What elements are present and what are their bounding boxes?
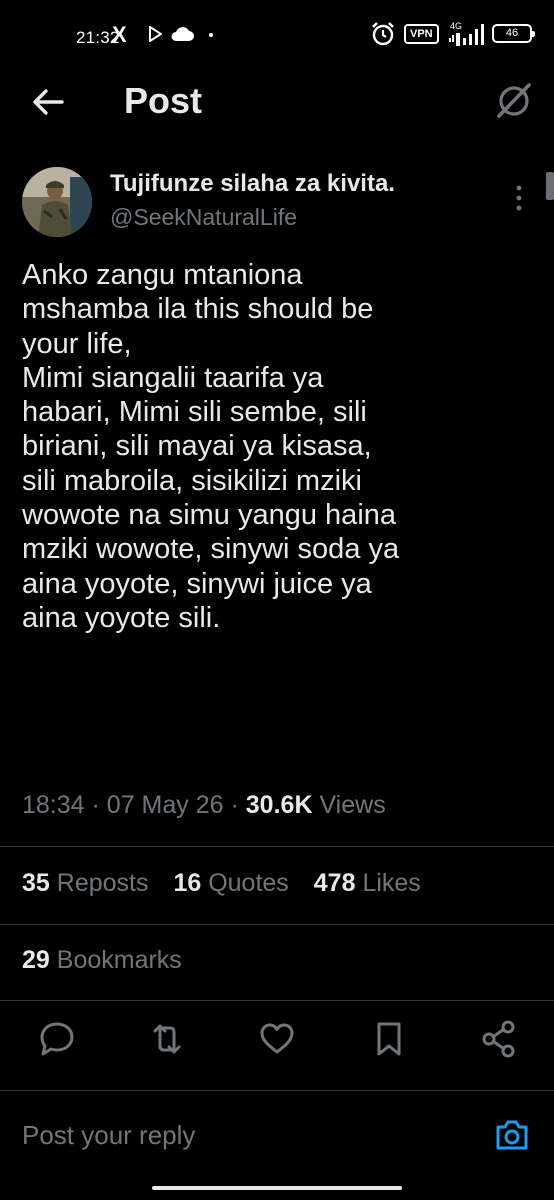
network-label: 4G	[450, 21, 462, 31]
grok-icon[interactable]	[494, 80, 534, 120]
bookmarks-count: 29	[22, 946, 50, 974]
meta-separator: ·	[230, 791, 239, 819]
reposts-stat[interactable]: 35 Reposts	[22, 869, 148, 897]
divider	[0, 924, 554, 925]
post-text: Anko zangu mtaniona mshamba ila this sho…	[22, 259, 400, 634]
post-time: 18:34	[22, 791, 85, 819]
alarm-icon	[372, 22, 394, 46]
author-avatar[interactable]	[22, 167, 92, 237]
bookmark-icon[interactable]	[370, 1018, 408, 1060]
bookmarks-stat[interactable]: 29 Bookmarks	[22, 946, 182, 975]
likes-stat[interactable]: 478 Likes	[314, 869, 421, 897]
vpn-badge: VPN	[404, 24, 439, 44]
gesture-nav-handle[interactable]	[152, 1186, 402, 1190]
like-icon[interactable]	[258, 1018, 296, 1060]
cloud-icon	[171, 27, 194, 41]
page-title: Post	[124, 80, 203, 121]
avatar-image	[22, 167, 92, 237]
status-bar: 21:32 X VPN 4G 46	[0, 0, 554, 62]
post-metadata: 18:34 · 07 May 26 · 30.6K Views	[22, 791, 386, 820]
author-handle[interactable]: @SeekNaturalLife	[110, 204, 297, 231]
divider	[0, 846, 554, 847]
meta-separator: ·	[91, 791, 100, 819]
quotes-stat[interactable]: 16 Quotes	[173, 869, 288, 897]
camera-icon[interactable]	[494, 1118, 530, 1152]
likes-label: Likes	[362, 869, 421, 897]
signal-icon: 4G	[449, 21, 484, 46]
play-notification-icon	[149, 26, 162, 42]
views-label[interactable]: Views	[319, 791, 385, 819]
author-name[interactable]: Tujifunze silaha za kivita.	[110, 170, 395, 198]
battery-indicator: 46	[492, 24, 535, 43]
x-app-icon: X	[112, 22, 127, 47]
bookmarks-label: Bookmarks	[56, 946, 182, 974]
views-count[interactable]: 30.6K	[246, 791, 313, 819]
notification-dot	[209, 33, 213, 37]
likes-count: 478	[313, 869, 356, 897]
more-options-icon[interactable]	[513, 183, 525, 213]
reply-icon[interactable]	[38, 1018, 76, 1060]
quotes-label: Quotes	[208, 869, 289, 897]
quotes-count: 16	[173, 869, 202, 897]
repost-icon[interactable]	[148, 1018, 186, 1060]
divider	[0, 1000, 554, 1001]
top-app-bar: Post	[0, 62, 554, 142]
post-date: 07 May 26	[106, 791, 224, 819]
reposts-label: Reposts	[56, 869, 149, 897]
share-icon[interactable]	[480, 1018, 518, 1060]
divider	[0, 1090, 554, 1091]
action-bar	[0, 1018, 554, 1064]
reposts-count: 35	[22, 869, 50, 897]
scrollbar-thumb[interactable]	[546, 172, 554, 200]
back-arrow-icon[interactable]	[30, 84, 66, 120]
engagement-stats: 35 Reposts 16 Quotes 478 Likes	[22, 869, 439, 898]
reply-input[interactable]: Post your reply	[22, 1120, 195, 1151]
